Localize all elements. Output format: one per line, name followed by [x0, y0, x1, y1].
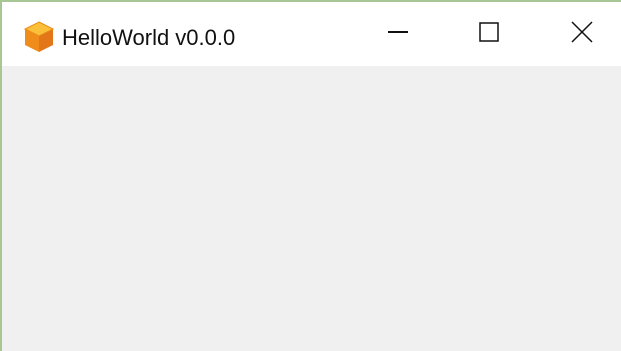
close-icon [570, 20, 594, 49]
maximize-button[interactable] [443, 2, 535, 66]
app-window: HelloWorld v0.0.0 [0, 0, 621, 351]
window-title: HelloWorld v0.0.0 [62, 25, 236, 50]
maximize-icon [477, 20, 501, 49]
app-cube-icon [22, 20, 56, 54]
title-bar[interactable]: HelloWorld v0.0.0 [2, 2, 621, 66]
close-button[interactable] [536, 2, 621, 66]
window-client-area [2, 66, 621, 351]
minimize-icon [386, 20, 410, 49]
minimize-button[interactable] [352, 2, 444, 66]
